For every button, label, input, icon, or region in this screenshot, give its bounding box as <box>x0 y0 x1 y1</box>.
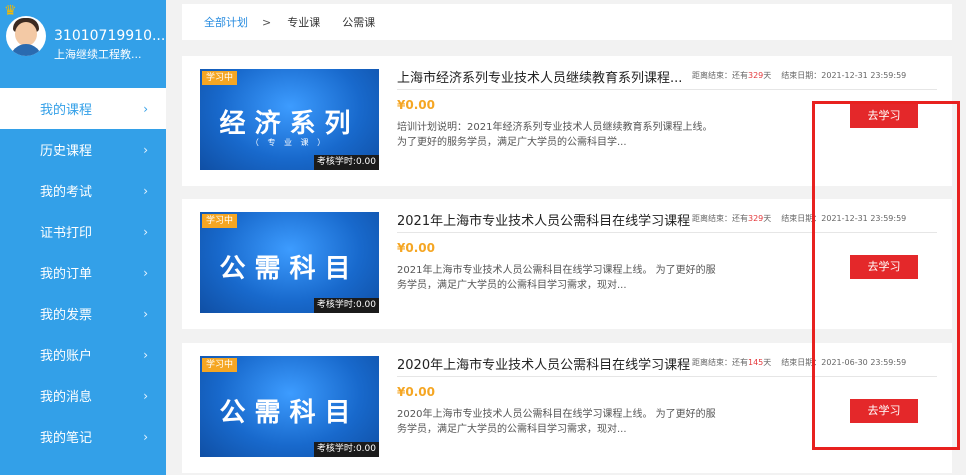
remain-days: 145 <box>748 358 764 367</box>
remain-label: 距离结束：还有 <box>692 358 748 367</box>
nav-item-my-courses[interactable]: 我的课程 › <box>0 88 166 129</box>
course-description: 培训计划说明：2021年经济系列专业技术人员继续教育系列课程上线。 为了更好的服… <box>397 122 713 148</box>
chevron-right-icon: › <box>143 388 148 403</box>
status-badge: 学习中 <box>202 71 238 85</box>
chevron-right-icon: › <box>143 101 148 116</box>
nav-item-label: 我的消息 <box>40 390 93 405</box>
thumbnail-title: 公需科目 <box>219 398 360 428</box>
remain-unit: 天 <box>763 214 772 223</box>
chevron-right-icon: › <box>143 306 148 321</box>
breadcrumb: 全部计划 > 专业课 公需课 <box>182 4 952 40</box>
course-thumbnail[interactable]: 学习中 公需科目 考核学时:0.00 <box>200 212 379 313</box>
nav-item-my-account[interactable]: 我的账户 › <box>0 334 166 375</box>
nav-list: 我的课程 › 历史课程 › 我的考试 › 证书打印 › 我的订单 › 我的发票 … <box>0 88 166 457</box>
nav-item-label: 我的课程 <box>40 103 93 118</box>
user-id: 31010719910... <box>54 28 166 44</box>
chevron-right-icon: › <box>143 142 148 157</box>
chevron-right-icon: › <box>143 429 148 444</box>
nav-item-label: 我的笔记 <box>40 431 93 446</box>
thumbnail-subtitle: （ 专 业 课 ） <box>250 138 329 147</box>
status-badge: 学习中 <box>202 358 238 372</box>
nav-item-label: 我的账户 <box>40 349 93 364</box>
assessment-hours: 考核学时:0.00 <box>313 155 379 170</box>
nav-item-label: 我的发票 <box>40 308 93 323</box>
nav-item-my-notes[interactable]: 我的笔记 › <box>0 416 166 457</box>
avatar-face <box>15 22 37 46</box>
remain-label: 距离结束：还有 <box>692 214 748 223</box>
chevron-right-icon: › <box>143 224 148 239</box>
status-badge: 学习中 <box>202 214 238 228</box>
breadcrumb-separator: > <box>262 15 272 29</box>
nav-item-my-orders[interactable]: 我的订单 › <box>0 252 166 293</box>
remain-days: 329 <box>748 71 764 80</box>
nav-item-my-messages[interactable]: 我的消息 › <box>0 375 166 416</box>
chevron-right-icon: › <box>143 183 148 198</box>
divider <box>397 89 937 90</box>
course-description: 2021年上海市专业技术人员公需科目在线学习课程上线。 为了更好的服务学员，满足… <box>397 265 716 291</box>
end-date: 结束日期：2021-12-31 23:59:59 <box>781 71 907 80</box>
sidebar: ♛ 31010719910... 上海继续工程教... 我的课程 › 历史课程 … <box>0 0 166 475</box>
course-thumbnail[interactable]: 学习中 公需科目 考核学时:0.00 <box>200 356 379 457</box>
course-price: ¥0.00 <box>397 241 435 255</box>
crown-icon: ♛ <box>4 3 17 19</box>
chevron-right-icon: › <box>143 347 148 362</box>
course-title[interactable]: 2021年上海市专业技术人员公需科目在线学习课程 <box>397 210 690 229</box>
avatar[interactable] <box>6 16 46 56</box>
breadcrumb-professional[interactable]: 专业课 <box>287 14 320 30</box>
course-thumbnail[interactable]: 学习中 经济系列 （ 专 业 课 ） 考核学时:0.00 <box>200 69 379 170</box>
course-title[interactable]: 2020年上海市专业技术人员公需科目在线学习课程 <box>397 354 690 373</box>
remain-days: 329 <box>748 214 764 223</box>
nav-item-my-invoices[interactable]: 我的发票 › <box>0 293 166 334</box>
course-price: ¥0.00 <box>397 385 435 399</box>
course-description: 2020年上海市专业技术人员公需科目在线学习课程上线。 为了更好的服务学员，满足… <box>397 409 716 435</box>
remain-unit: 天 <box>763 358 772 367</box>
user-org: 上海继续工程教... <box>54 48 142 61</box>
avatar-body <box>10 44 42 56</box>
nav-item-history-courses[interactable]: 历史课程 › <box>0 129 166 170</box>
chevron-right-icon: › <box>143 265 148 280</box>
user-profile: ♛ 31010719910... 上海继续工程教... <box>0 0 166 88</box>
thumbnail-title: 公需科目 <box>219 254 360 284</box>
course-deadline: 距离结束：还有329天 结束日期：2021-12-31 23:59:59 <box>692 70 906 81</box>
nav-item-my-exams[interactable]: 我的考试 › <box>0 170 166 211</box>
annotation-highlight-box <box>812 101 960 450</box>
nav-item-label: 我的考试 <box>40 185 93 200</box>
remain-unit: 天 <box>763 71 772 80</box>
nav-item-label: 证书打印 <box>40 226 93 241</box>
nav-item-label: 我的订单 <box>40 267 93 282</box>
remain-label: 距离结束：还有 <box>692 71 748 80</box>
course-title[interactable]: 上海市经济系列专业技术人员继续教育系列课程... <box>397 67 682 86</box>
assessment-hours: 考核学时:0.00 <box>313 442 379 457</box>
nav-item-label: 历史课程 <box>40 144 93 159</box>
course-price: ¥0.00 <box>397 98 435 112</box>
breadcrumb-all-plans[interactable]: 全部计划 <box>204 14 248 30</box>
assessment-hours: 考核学时:0.00 <box>313 298 379 313</box>
breadcrumb-public[interactable]: 公需课 <box>342 14 375 30</box>
thumbnail-title: 经济系列 <box>219 109 360 139</box>
nav-item-certificate-print[interactable]: 证书打印 › <box>0 211 166 252</box>
